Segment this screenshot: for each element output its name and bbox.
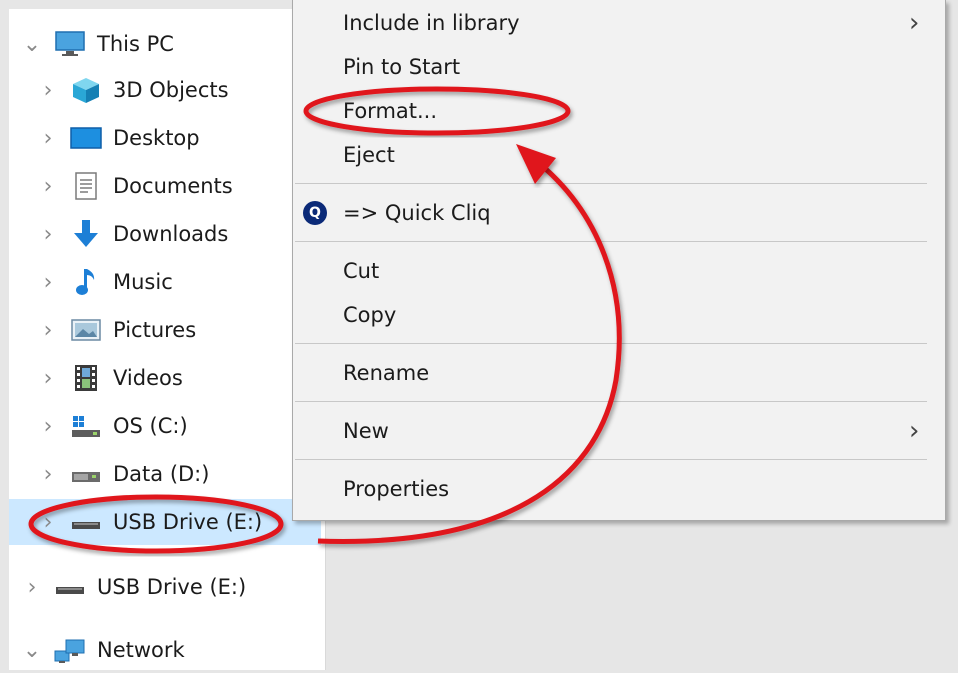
nav-item-label: USB Drive (E:) xyxy=(97,575,247,599)
chevron-down-icon[interactable]: ⌄ xyxy=(19,31,45,57)
menu-item-eject[interactable]: Eject xyxy=(293,134,945,176)
chevron-down-icon[interactable]: ⌄ xyxy=(19,637,45,663)
menu-separator xyxy=(295,401,927,402)
usb-drive-icon xyxy=(69,507,103,537)
menu-item-quick-cliq[interactable]: Q => Quick Cliq xyxy=(293,192,945,234)
chevron-right-icon[interactable]: › xyxy=(35,317,61,343)
menu-item-label: Rename xyxy=(343,361,430,385)
menu-item-label: Copy xyxy=(343,303,397,327)
nav-item-documents[interactable]: › Documents xyxy=(9,163,325,209)
menu-item-pin-to-start[interactable]: Pin to Start xyxy=(293,46,945,88)
nav-item-label: Documents xyxy=(113,174,233,198)
nav-item-label: USB Drive (E:) xyxy=(113,510,263,534)
chevron-right-icon[interactable]: › xyxy=(35,269,61,295)
downloads-icon xyxy=(69,219,103,249)
data-drive-icon xyxy=(69,459,103,489)
chevron-right-icon[interactable]: › xyxy=(35,221,61,247)
chevron-right-icon[interactable]: › xyxy=(35,77,61,103)
chevron-right-icon: › xyxy=(909,8,920,38)
nav-item-label: Data (D:) xyxy=(113,462,210,486)
pictures-icon xyxy=(69,315,103,345)
menu-item-include-in-library[interactable]: Include in library › xyxy=(293,2,945,44)
nav-item-label: Network xyxy=(97,638,185,662)
chevron-right-icon[interactable]: › xyxy=(35,461,61,487)
nav-item-data-drive[interactable]: › Data (D:) xyxy=(9,451,325,497)
nav-item-pictures[interactable]: › Pictures xyxy=(9,307,325,353)
menu-item-copy[interactable]: Copy xyxy=(293,294,945,336)
menu-item-label: Cut xyxy=(343,259,380,283)
menu-item-label: Format... xyxy=(343,99,438,123)
nav-item-label: Downloads xyxy=(113,222,229,246)
network-icon xyxy=(53,635,87,665)
menu-item-label: Pin to Start xyxy=(343,55,461,79)
menu-item-new[interactable]: New › xyxy=(293,410,945,452)
chevron-right-icon[interactable]: › xyxy=(35,413,61,439)
3d-objects-icon xyxy=(69,75,103,105)
menu-item-label: => Quick Cliq xyxy=(343,201,491,225)
menu-item-format[interactable]: Format... xyxy=(293,90,945,132)
menu-item-label: Include in library xyxy=(343,11,520,35)
nav-item-label: This PC xyxy=(97,32,174,56)
music-icon xyxy=(69,267,103,297)
desktop-icon xyxy=(69,123,103,153)
nav-item-os-drive[interactable]: › OS (C:) xyxy=(9,403,325,449)
nav-item-label: Music xyxy=(113,270,173,294)
menu-item-label: Eject xyxy=(343,143,395,167)
nav-item-label: 3D Objects xyxy=(113,78,229,102)
nav-item-label: OS (C:) xyxy=(113,414,188,438)
documents-icon xyxy=(69,171,103,201)
nav-item-videos[interactable]: › Videos xyxy=(9,355,325,401)
nav-item-music[interactable]: › Music xyxy=(9,259,325,305)
menu-separator xyxy=(295,183,927,184)
navigation-pane: ⌄ This PC › 3D Objects › Desktop › Docum… xyxy=(9,9,326,670)
menu-item-rename[interactable]: Rename xyxy=(293,352,945,394)
this-pc-icon xyxy=(53,29,87,59)
chevron-right-icon[interactable]: › xyxy=(35,125,61,151)
chevron-right-icon[interactable]: › xyxy=(35,173,61,199)
usb-drive-icon xyxy=(53,572,87,602)
nav-item-this-pc[interactable]: ⌄ This PC xyxy=(9,21,325,67)
menu-item-properties[interactable]: Properties xyxy=(293,468,945,510)
chevron-right-icon: › xyxy=(909,416,920,446)
os-drive-icon xyxy=(69,411,103,441)
nav-item-label: Videos xyxy=(113,366,183,390)
chevron-right-icon[interactable]: › xyxy=(35,365,61,391)
quick-cliq-icon: Q xyxy=(303,201,327,225)
menu-item-cut[interactable]: Cut xyxy=(293,250,945,292)
nav-item-usb-drive[interactable]: › USB Drive (E:) xyxy=(9,564,325,610)
menu-item-label: New xyxy=(343,419,389,443)
menu-separator xyxy=(295,459,927,460)
videos-icon xyxy=(69,363,103,393)
context-menu: Include in library › Pin to Start Format… xyxy=(292,0,946,521)
chevron-right-icon[interactable]: › xyxy=(35,509,61,535)
nav-item-3d-objects[interactable]: › 3D Objects xyxy=(9,67,325,113)
chevron-right-icon[interactable]: › xyxy=(19,574,45,600)
nav-item-downloads[interactable]: › Downloads xyxy=(9,211,325,257)
nav-item-usb-drive-selected[interactable]: › USB Drive (E:) xyxy=(9,499,321,545)
nav-item-desktop[interactable]: › Desktop xyxy=(9,115,325,161)
nav-item-label: Desktop xyxy=(113,126,200,150)
nav-item-network[interactable]: ⌄ Network xyxy=(9,627,325,673)
nav-item-label: Pictures xyxy=(113,318,197,342)
menu-separator xyxy=(295,241,927,242)
menu-item-label: Properties xyxy=(343,477,450,501)
menu-separator xyxy=(295,343,927,344)
